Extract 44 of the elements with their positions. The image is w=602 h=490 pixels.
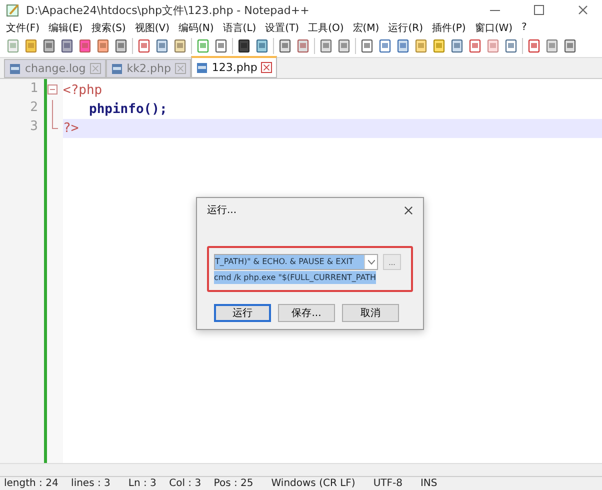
code-line: <?php bbox=[63, 83, 102, 98]
menu-item[interactable]: 语言(L) bbox=[222, 20, 256, 34]
menu-item[interactable]: 文件(F) bbox=[6, 20, 40, 34]
status-text: length : 24 lines : 3 bbox=[4, 478, 110, 489]
menu-item[interactable]: 插件(P) bbox=[432, 20, 466, 34]
dialog-button[interactable]: 取消 bbox=[342, 304, 399, 322]
menu-item[interactable]: 设置(T) bbox=[265, 20, 300, 34]
code-line: ?> bbox=[63, 121, 79, 136]
horizontal-scrollbar[interactable] bbox=[0, 463, 602, 476]
window-title: D:\Apache24\htdocs\php文件\123.php - Notepad++ bbox=[26, 2, 310, 18]
dialog-title: 运行... bbox=[207, 204, 237, 217]
chevron-down-icon bbox=[368, 260, 374, 264]
status-text: INS bbox=[420, 478, 438, 489]
command-combobox[interactable]: T_PATH)" & ECHO. & PAUSE & EXIT bbox=[214, 254, 378, 270]
menu-item[interactable]: 搜索(S) bbox=[92, 20, 126, 34]
file-icon bbox=[196, 62, 208, 74]
status-text: UTF-8 bbox=[373, 478, 402, 489]
code-line: phpinfo(); bbox=[89, 102, 168, 117]
menu-item[interactable]: 编码(N) bbox=[178, 20, 214, 34]
status-text: Ln : 3 Col : 3 Pos : 25 bbox=[128, 478, 254, 489]
fold-line-icon bbox=[52, 100, 53, 119]
file-tab[interactable]: 123.php bbox=[190, 56, 278, 78]
status-text: Windows (CR LF) bbox=[271, 478, 356, 489]
close-icon[interactable] bbox=[578, 5, 588, 15]
menu-item[interactable]: 工具(O) bbox=[308, 20, 344, 34]
menu-item[interactable]: 运行(R) bbox=[388, 20, 423, 34]
browse-button[interactable]: ... bbox=[383, 254, 401, 270]
dialog-button[interactable]: 运行 bbox=[214, 304, 271, 322]
close-icon[interactable] bbox=[404, 206, 413, 214]
dropdown-item[interactable]: cmd /k php.exe "$(FULL_CURRENT_PATH bbox=[214, 271, 376, 284]
notepad-icon bbox=[6, 3, 20, 17]
menu-item[interactable]: 视图(V) bbox=[134, 20, 170, 34]
file-icon bbox=[110, 62, 123, 74]
fold-end-icon bbox=[52, 119, 58, 129]
menu-item[interactable]: 窗口(W) bbox=[474, 20, 513, 34]
line-number: 2 bbox=[29, 100, 39, 117]
maximize-icon[interactable] bbox=[534, 5, 544, 15]
menu-item[interactable]: 编辑(E) bbox=[48, 20, 83, 34]
menu-item[interactable]: ? bbox=[522, 22, 527, 33]
line-number: 3 bbox=[29, 119, 39, 136]
file-icon bbox=[9, 62, 21, 74]
line-number: 1 bbox=[29, 81, 39, 98]
dialog-button[interactable]: 保存... bbox=[278, 304, 335, 322]
menu-item[interactable]: 宏(M) bbox=[352, 20, 380, 34]
